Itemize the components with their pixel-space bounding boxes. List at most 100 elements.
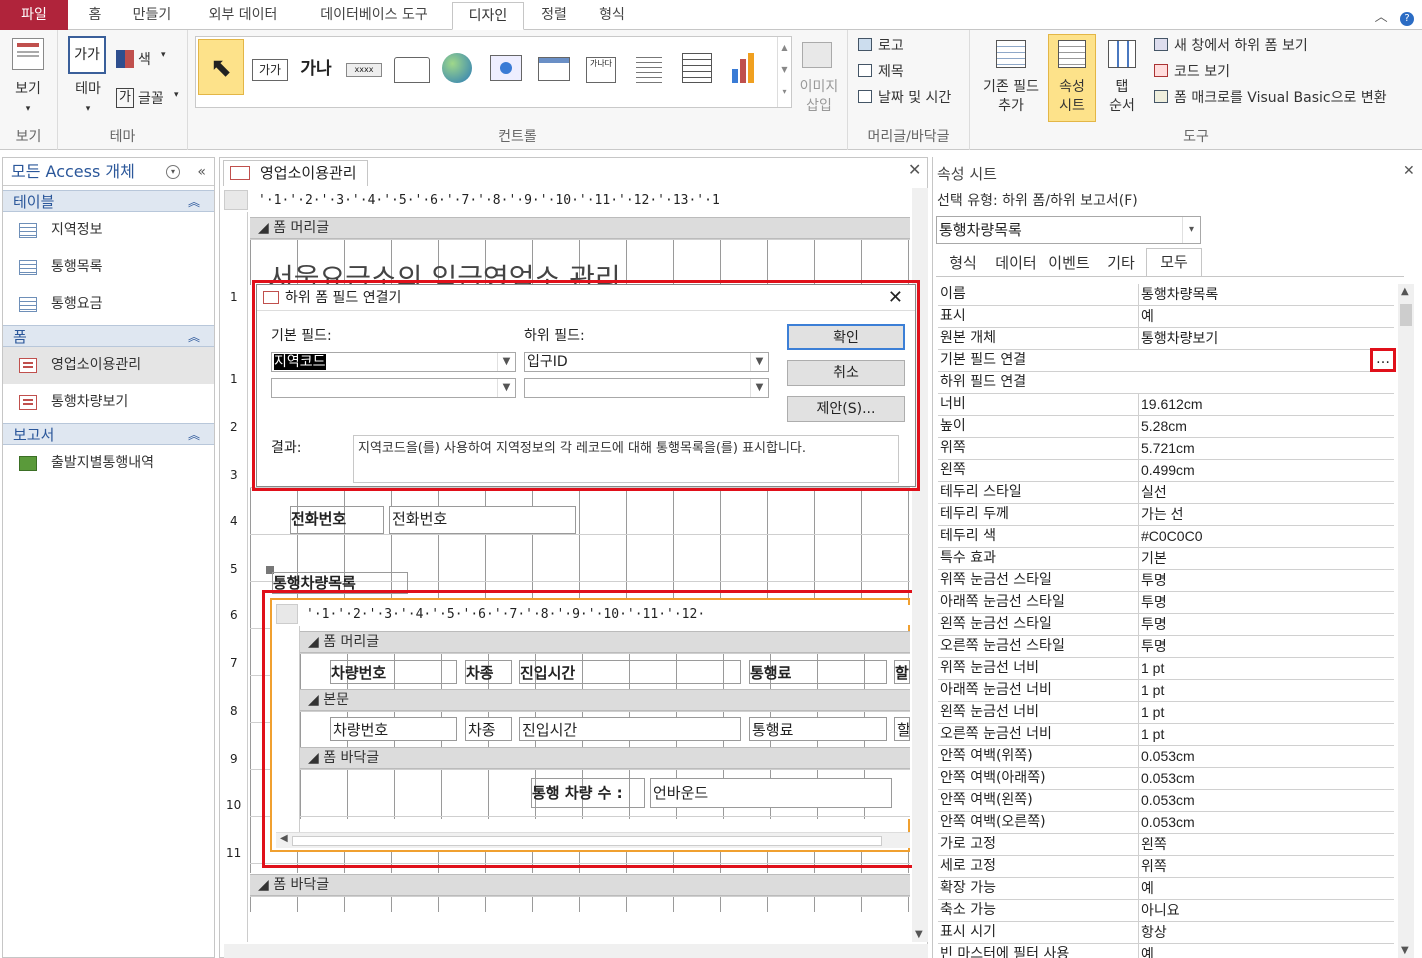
property-value[interactable]: 0.053cm: [1138, 812, 1394, 833]
property-row[interactable]: 세로 고정 위쪽: [938, 856, 1394, 878]
theme-icon[interactable]: 가가: [68, 36, 106, 74]
property-value[interactable]: 1 pt: [1138, 680, 1394, 701]
property-row[interactable]: 너비 19.612cm: [938, 394, 1394, 416]
property-value[interactable]: 통행차량목록: [1138, 284, 1394, 305]
property-value[interactable]: 왼쪽: [1138, 834, 1394, 855]
property-row[interactable]: 오른쪽 눈금선 너비 1 pt: [938, 724, 1394, 746]
help-icon[interactable]: ?: [1400, 12, 1414, 26]
close-icon[interactable]: ✕: [1403, 163, 1415, 179]
property-row[interactable]: 안쪽 여백(왼쪽) 0.053cm: [938, 790, 1394, 812]
tab-data[interactable]: 데이터: [990, 250, 1042, 276]
property-value[interactable]: 1 pt: [1138, 702, 1394, 723]
property-value[interactable]: 기본: [1138, 548, 1394, 569]
scroll-thumb[interactable]: [1400, 304, 1412, 326]
property-row[interactable]: 안쪽 여백(오른쪽) 0.053cm: [938, 812, 1394, 834]
chevron-down-icon[interactable]: ▾: [0, 100, 56, 119]
property-sheet-button[interactable]: 속성 시트: [1048, 78, 1096, 116]
section-form-header[interactable]: ◢ 폼 머리글: [250, 217, 910, 239]
nav-section-forms[interactable]: 폼 ︽: [3, 325, 214, 347]
property-row[interactable]: 위쪽 눈금선 너비 1 pt: [938, 658, 1394, 680]
nav-item-report[interactable]: 출발지별통행내역: [3, 445, 214, 482]
tab-format[interactable]: 형식: [590, 2, 634, 30]
property-value[interactable]: 5.721cm: [1138, 438, 1394, 459]
datetime-button[interactable]: 날짜 및 시간: [878, 87, 951, 107]
logo-button[interactable]: 로고: [878, 35, 904, 55]
nav-header[interactable]: 모든 Access 개체 ▾ «: [3, 158, 214, 186]
property-row[interactable]: 테두리 스타일 실선: [938, 482, 1394, 504]
tab-control-icon[interactable]: [394, 57, 430, 83]
property-row[interactable]: 테두리 두께 가는 선: [938, 504, 1394, 526]
select-pointer-icon[interactable]: ⬉: [198, 39, 244, 95]
property-row[interactable]: 안쪽 여백(아래쪽) 0.053cm: [938, 768, 1394, 790]
theme-button[interactable]: 테마: [58, 80, 118, 99]
property-row[interactable]: 원본 개체 통행차량보기: [938, 328, 1394, 350]
nav-item-table[interactable]: 지역정보: [3, 212, 214, 249]
property-row[interactable]: 아래쪽 눈금선 스타일 투명: [938, 592, 1394, 614]
view-button[interactable]: 보기: [0, 80, 56, 99]
tab-other[interactable]: 기타: [1100, 250, 1142, 276]
nav-item-table[interactable]: 통행요금: [3, 286, 214, 323]
property-row[interactable]: 위쪽 5.721cm: [938, 438, 1394, 460]
nav-section-reports[interactable]: 보고서 ︽: [3, 423, 214, 445]
property-value[interactable]: 예: [1138, 944, 1394, 958]
property-value[interactable]: 1 pt: [1138, 658, 1394, 679]
property-value[interactable]: 1 pt: [1138, 724, 1394, 745]
nav-section-tables[interactable]: 테이블 ︽: [3, 190, 214, 212]
nav-item-table[interactable]: 통행목록: [3, 249, 214, 286]
property-value[interactable]: 가는 선: [1138, 504, 1394, 525]
object-selector[interactable]: 통행차량목록 ▾: [936, 216, 1201, 244]
property-value[interactable]: 실선: [1138, 482, 1394, 503]
property-row[interactable]: 빈 마스터에 필터 사용 예: [938, 944, 1394, 958]
phone-field[interactable]: 전화번호: [389, 506, 576, 534]
scroll-down-icon[interactable]: ▼: [915, 929, 923, 940]
form-selector[interactable]: [224, 190, 248, 210]
phone-label[interactable]: 전화번호: [290, 506, 384, 534]
fonts-button[interactable]: 글꼴: [138, 88, 164, 108]
colors-button[interactable]: 색: [138, 49, 151, 69]
property-row[interactable]: 위쪽 눈금선 스타일 투명: [938, 570, 1394, 592]
fonts-icon[interactable]: 가: [116, 88, 134, 108]
convert-macros-button[interactable]: 폼 매크로를 Visual Basic으로 변환: [1174, 87, 1387, 107]
nav-item-form[interactable]: 통행차량보기: [3, 384, 214, 421]
chart-icon[interactable]: [730, 53, 760, 83]
property-value[interactable]: 예: [1138, 878, 1394, 899]
property-value[interactable]: 투명: [1138, 570, 1394, 591]
section-form-footer[interactable]: ◢ 폼 바닥글: [250, 874, 910, 896]
property-row[interactable]: 확장 가능 예: [938, 878, 1394, 900]
collapse-ribbon-icon[interactable]: ︿: [1375, 10, 1388, 25]
property-row[interactable]: 표시 시기 항상: [938, 922, 1394, 944]
property-value[interactable]: 5.28cm: [1138, 416, 1394, 437]
tab-all[interactable]: 모두: [1146, 248, 1202, 276]
property-row[interactable]: 안쪽 여백(위쪽) 0.053cm: [938, 746, 1394, 768]
property-value[interactable]: 예: [1138, 306, 1394, 327]
property-value[interactable]: 항상: [1138, 922, 1394, 943]
tab-event[interactable]: 이벤트: [1044, 250, 1094, 276]
property-value[interactable]: 위쪽: [1138, 856, 1394, 877]
property-row[interactable]: 특수 효과 기본: [938, 548, 1394, 570]
property-row[interactable]: 축소 가능 아니요: [938, 900, 1394, 922]
tab-database-tools[interactable]: 데이터베이스 도구: [304, 2, 444, 30]
property-value[interactable]: 0.053cm: [1138, 746, 1394, 767]
chevron-down-icon[interactable]: ▾: [166, 165, 180, 179]
property-value[interactable]: 0.499cm: [1138, 460, 1394, 481]
property-value[interactable]: 통행차량보기: [1138, 328, 1394, 349]
property-value[interactable]: 투명: [1138, 636, 1394, 657]
view-code-button[interactable]: 코드 보기: [1174, 61, 1230, 81]
label-icon[interactable]: 가나: [298, 51, 334, 87]
insert-page-break-icon[interactable]: [636, 53, 662, 83]
tab-design[interactable]: 디자인: [452, 2, 524, 30]
title-button[interactable]: 제목: [878, 61, 904, 81]
property-value[interactable]: 0.053cm: [1138, 790, 1394, 811]
tab-external-data[interactable]: 외부 데이터: [196, 2, 290, 30]
property-row[interactable]: 아래쪽 눈금선 너비 1 pt: [938, 680, 1394, 702]
property-row[interactable]: 이름 통행차량목록: [938, 284, 1394, 306]
property-row[interactable]: 오른쪽 눈금선 스타일 투명: [938, 636, 1394, 658]
property-value[interactable]: 0.053cm: [1138, 768, 1394, 789]
property-row[interactable]: 하위 필드 연결: [938, 372, 1394, 394]
tab-home[interactable]: 홈: [80, 2, 110, 30]
tab-create[interactable]: 만들기: [122, 2, 182, 30]
hyperlink-icon[interactable]: [442, 53, 472, 83]
combo-box-icon[interactable]: [682, 53, 712, 83]
document-horizontal-scrollbar[interactable]: [224, 944, 928, 958]
scroll-up-icon[interactable]: ▲: [1401, 286, 1409, 297]
